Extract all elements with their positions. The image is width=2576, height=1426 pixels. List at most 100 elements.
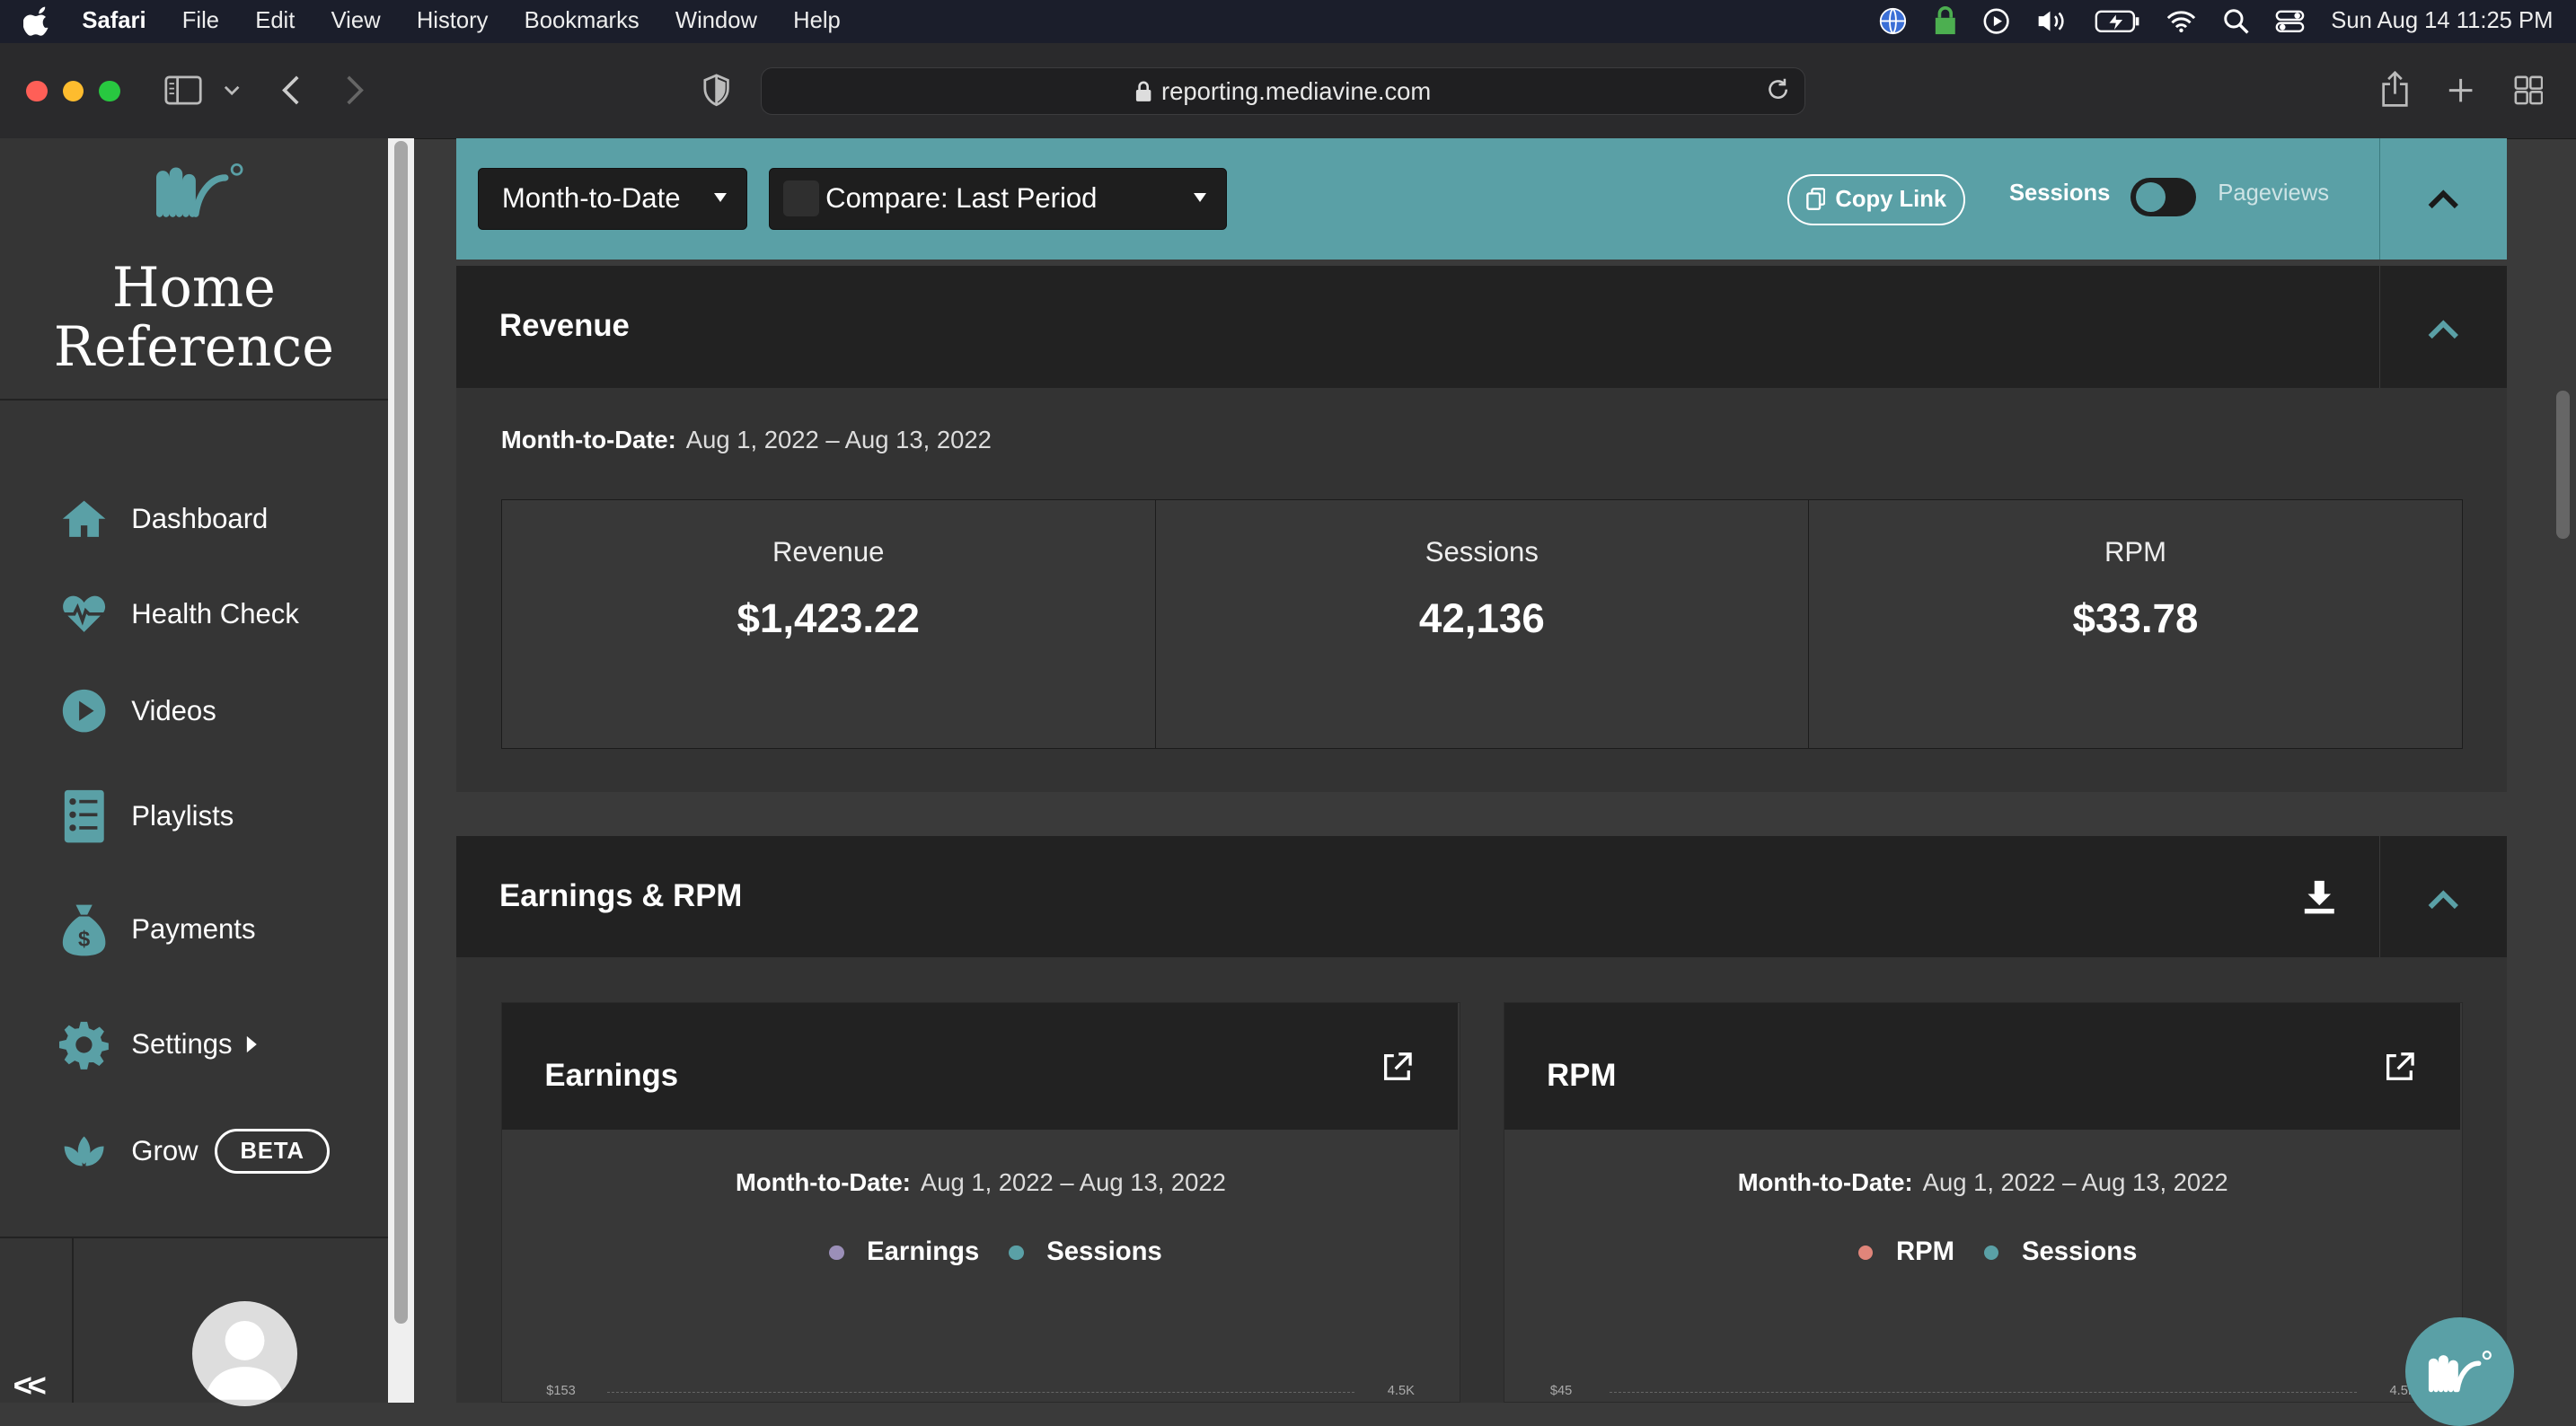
playlist-icon <box>64 789 104 843</box>
earnings-card-date-range: Month-to-Date: Aug 1, 2022 – Aug 13, 2022 <box>735 1168 1226 1197</box>
chevron-up-icon[interactable] <box>2427 189 2460 210</box>
sidebar-divider-bottom <box>0 1237 388 1239</box>
caret-right-icon <box>247 1036 258 1053</box>
stat-revenue-value: $1,423.22 <box>737 594 920 641</box>
svg-text:$: $ <box>78 928 90 952</box>
menu-file[interactable]: File <box>172 8 229 34</box>
menubar-clock[interactable]: Sun Aug 14 11:25 PM <box>2331 8 2553 34</box>
chevron-down-icon[interactable] <box>224 85 240 97</box>
lotus-icon <box>64 1136 104 1166</box>
toggle-label-sessions: Sessions <box>2008 180 2111 207</box>
earnings-rpm-header-separator <box>2378 836 2381 958</box>
chat-support-button[interactable] <box>2404 1316 2514 1426</box>
copy-icon <box>1805 188 1825 211</box>
privacy-shield-icon[interactable] <box>703 74 729 107</box>
menu-help[interactable]: Help <box>783 8 851 34</box>
sidebar-item-dashboard[interactable]: Dashboard <box>59 495 268 544</box>
sidebar-item-health-check[interactable]: Health Check <box>59 590 299 639</box>
control-center-icon[interactable] <box>2275 10 2305 33</box>
legend-label-earnings[interactable]: Earnings <box>867 1237 979 1267</box>
forward-icon[interactable] <box>345 75 365 105</box>
sidebar-footer-separator <box>72 1238 75 1404</box>
apple-icon[interactable] <box>22 6 53 37</box>
revenue-date-range: Month-to-Date: Aug 1, 2022 – Aug 13, 2022 <box>500 425 992 453</box>
rpm-card-header: RPM <box>1504 1002 2461 1130</box>
sessions-pageviews-toggle[interactable] <box>2130 177 2197 217</box>
lock-status-icon[interactable] <box>1934 6 1957 36</box>
revenue-stats: Revenue $1,423.22 Sessions 42,136 RPM $3… <box>500 499 2463 750</box>
compare-caret-icon <box>1194 192 1207 203</box>
new-tab-icon[interactable] <box>2448 77 2474 103</box>
legend-dot-rpm <box>1857 1245 1874 1261</box>
copy-link-label: Copy Link <box>1835 186 1947 212</box>
external-link-icon[interactable] <box>1382 1052 1413 1082</box>
menu-bookmarks[interactable]: Bookmarks <box>515 8 649 34</box>
address-bar[interactable]: reporting.mediavine.com <box>760 66 1806 116</box>
avatar[interactable] <box>192 1300 298 1406</box>
revenue-header-separator <box>2378 266 2381 388</box>
window-zoom-button[interactable] <box>98 80 120 102</box>
sidebar-item-grow[interactable]: Grow BETA <box>59 1127 331 1176</box>
collapse-sidebar-button[interactable]: << <box>13 1367 47 1404</box>
url-text: reporting.mediavine.com <box>1161 76 1432 105</box>
wifi-icon[interactable] <box>2166 10 2196 33</box>
revenue-section-title: Revenue <box>499 308 630 343</box>
download-icon[interactable] <box>2303 879 2336 915</box>
sidebar-label-payments: Payments <box>131 913 256 946</box>
reload-icon[interactable] <box>1765 76 1791 102</box>
sidebar-item-playlists[interactable]: Playlists <box>59 789 234 843</box>
beta-badge: BETA <box>214 1129 331 1174</box>
legend-label-sessions[interactable]: Sessions <box>1046 1237 1161 1267</box>
rpm-y-left-top-label: $45 <box>1549 1384 1573 1399</box>
gear-icon <box>58 1021 109 1070</box>
page-scrollbar-thumb[interactable] <box>2556 391 2570 539</box>
mediavine-logo-icon[interactable] <box>155 158 248 224</box>
revenue-collapse-chevron-icon[interactable] <box>2427 319 2460 340</box>
user-avatar-icon <box>205 1320 285 1400</box>
sidebar-item-settings[interactable]: Settings <box>58 1020 259 1070</box>
sidebar-item-payments[interactable]: $ Payments <box>59 904 256 956</box>
sidebar-scrollbar-thumb[interactable] <box>393 141 408 1325</box>
external-link-icon[interactable] <box>2385 1052 2414 1082</box>
tab-overview-icon[interactable] <box>2514 75 2544 105</box>
play-status-icon[interactable] <box>1983 8 2009 34</box>
lock-icon <box>1135 81 1151 101</box>
compare-select-value: Compare: Last Period <box>825 182 1098 215</box>
compare-select[interactable]: Compare: Last Period <box>769 167 1228 231</box>
stat-rpm-label: RPM <box>2104 536 2166 568</box>
compare-color-swatch[interactable] <box>782 180 819 217</box>
window-close-button[interactable] <box>26 80 49 102</box>
sidebar-item-videos[interactable]: Videos <box>59 687 216 736</box>
toggle-label-pageviews: Pageviews <box>2218 180 2330 207</box>
menu-window[interactable]: Window <box>666 8 767 34</box>
period-select[interactable]: Month-to-Date <box>478 167 748 231</box>
period-caret-icon <box>714 192 728 203</box>
spotlight-search-icon[interactable] <box>2223 8 2249 34</box>
share-icon[interactable] <box>2380 70 2410 107</box>
earnings-rpm-collapse-chevron-icon[interactable] <box>2427 889 2460 911</box>
site-brand[interactable]: Home Reference <box>0 259 388 378</box>
menu-view[interactable]: View <box>322 8 391 34</box>
money-bag-icon: $ <box>62 904 106 956</box>
menu-safari[interactable]: Safari <box>72 8 155 34</box>
menu-history[interactable]: History <box>407 8 498 34</box>
sidebar-label-settings: Settings <box>131 1028 233 1061</box>
rpm-gridline <box>1609 1392 2357 1393</box>
sidebar-divider <box>0 399 388 401</box>
home-icon <box>62 500 106 538</box>
stat-revenue: Revenue $1,423.22 <box>502 500 1156 749</box>
copy-link-button[interactable]: Copy Link <box>1787 173 1965 225</box>
battery-icon[interactable] <box>2095 10 2140 33</box>
menu-edit[interactable]: Edit <box>245 8 304 34</box>
menu-bar: Safari File Edit View History Bookmarks … <box>0 0 2576 43</box>
back-icon[interactable] <box>281 75 301 105</box>
legend-dot-earnings <box>829 1245 844 1261</box>
globe-icon[interactable] <box>1878 6 1908 36</box>
earnings-rpm-section-header: Earnings & RPM <box>456 836 2508 958</box>
volume-icon[interactable] <box>2035 8 2069 34</box>
revenue-section-header: Revenue <box>456 266 2508 388</box>
legend-label-rpm[interactable]: RPM <box>1896 1237 1954 1267</box>
sidebar-toggle-icon[interactable] <box>164 75 204 105</box>
legend-label-sessions[interactable]: Sessions <box>2022 1237 2137 1267</box>
stat-rpm-value: $33.78 <box>2072 594 2199 641</box>
